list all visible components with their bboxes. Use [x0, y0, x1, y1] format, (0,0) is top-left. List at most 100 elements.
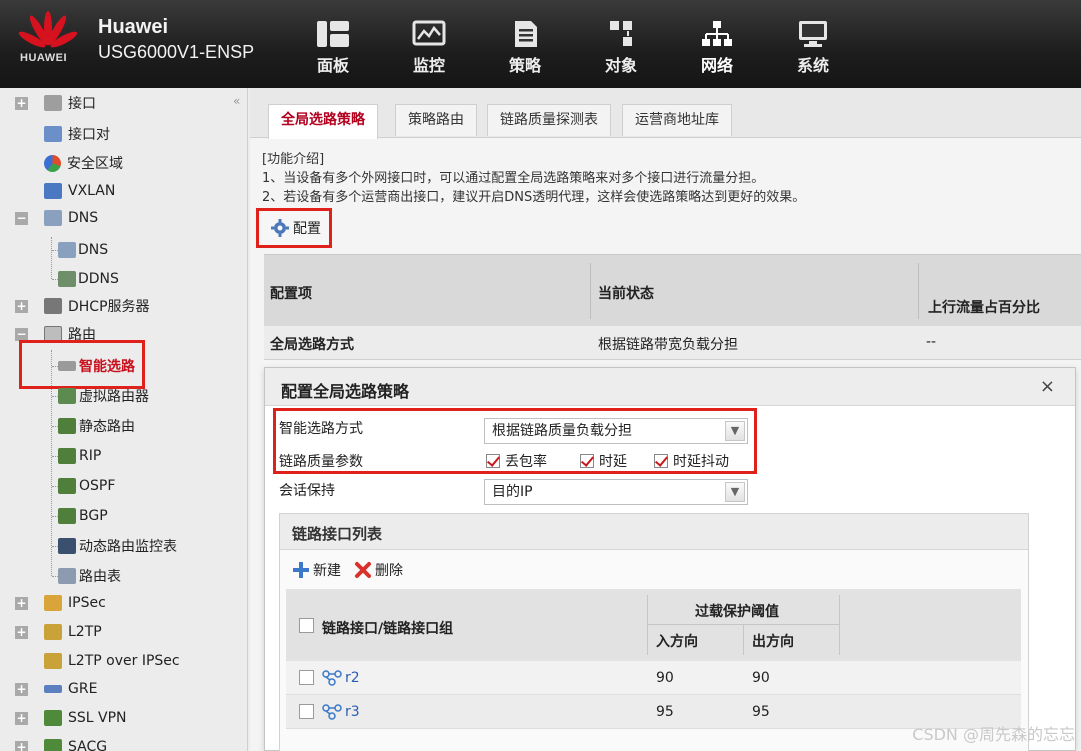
sidebar-item-ospf[interactable]: OSPF	[58, 473, 115, 499]
sidebar-item-interface[interactable]: 接口	[44, 90, 96, 116]
nav-dashboard[interactable]: 面板	[298, 20, 368, 80]
collapse-icon[interactable]: −	[15, 212, 28, 225]
sidebar-item-l2tp[interactable]: L2TP	[44, 619, 102, 645]
expand-icon[interactable]: +	[15, 597, 28, 610]
tab-link-quality-probe[interactable]: 链路质量探测表	[487, 104, 611, 136]
sidebar-item-interface-pair[interactable]: 接口对	[44, 121, 110, 147]
sidebar-item-static-route[interactable]: 静态路由	[58, 413, 135, 439]
dhcp-server-icon	[44, 298, 62, 314]
sidebar-item-dns[interactable]: DNS	[58, 237, 108, 263]
tab-global-route-policy[interactable]: 全局选路策略	[268, 104, 378, 139]
virtual-router-icon	[58, 388, 76, 404]
checkbox-jitter[interactable]: 时延抖动	[654, 451, 729, 471]
new-button[interactable]: 新建	[292, 560, 341, 580]
expand-icon[interactable]: +	[15, 626, 28, 639]
nav-label: 策略	[508, 56, 541, 75]
sidebar-item-gre[interactable]: GRE	[44, 676, 97, 702]
checkbox-packet-loss[interactable]: 丢包率	[486, 451, 547, 471]
table-row[interactable]: r2 90 90	[286, 661, 1021, 695]
sidebar-item-label: 接口	[68, 96, 96, 112]
sidebar-item-rip[interactable]: RIP	[58, 443, 101, 469]
delete-button[interactable]: 删除	[354, 560, 403, 580]
brand-name: Huawei	[98, 16, 169, 38]
sidebar-item-virtual-router[interactable]: 虚拟路由器	[58, 383, 149, 409]
route-table-icon	[58, 568, 76, 584]
intro-title: [功能介绍]	[262, 152, 325, 167]
row-checkbox[interactable]	[299, 670, 314, 685]
link-interface-link[interactable]: r2	[322, 670, 360, 686]
link-interface-table: 链路接口/链路接口组 过载保护阈值 入方向 出方向 r2 90 90 r3 95…	[286, 589, 1021, 751]
table-row[interactable]: r3 95 95	[286, 695, 1021, 729]
sidebar-item-ipsec[interactable]: IPSec	[44, 590, 106, 616]
l2tp-icon	[44, 624, 62, 640]
chevron-down-icon[interactable]: ▼	[725, 421, 745, 441]
grid-header-cell: 当前状态	[598, 286, 654, 302]
table-row[interactable]: 全局选路方式 根据链路带宽负载分担 --	[264, 326, 1081, 360]
dialog-title-bar: 配置全局选路策略 ×	[265, 368, 1075, 406]
sidebar-item-label: DHCP服务器	[68, 299, 150, 315]
checkbox-checked-icon	[486, 454, 500, 468]
nav-monitor[interactable]: 监控	[394, 20, 464, 80]
nav-object[interactable]: 对象	[586, 20, 656, 80]
grid-cell: --	[926, 334, 937, 350]
interface-pair-icon	[44, 126, 62, 142]
ssl-vpn-icon	[44, 710, 62, 726]
ipsec-icon	[44, 595, 62, 611]
checkbox-label: 时延抖动	[673, 454, 729, 470]
grid-header: 配置项 当前状态 上行流量占百分比	[264, 254, 1081, 326]
sidebar-item-l2tp-over-ipsec[interactable]: L2TP over IPSec	[44, 648, 180, 674]
dialog-title: 配置全局选路策略	[281, 382, 410, 401]
close-icon[interactable]: ×	[1040, 376, 1055, 397]
sidebar-item-vxlan[interactable]: VXLAN	[44, 178, 115, 204]
config-grid: 配置项 当前状态 上行流量占百分比 全局选路方式 根据链路带宽负载分担 --	[264, 254, 1081, 360]
sidebar-item-route-table[interactable]: 路由表	[58, 563, 121, 589]
nav-system[interactable]: 系统	[778, 20, 848, 80]
sidebar-item-label: L2TP over IPSec	[68, 653, 180, 669]
feature-intro: [功能介绍] 1、当设备有多个外网接口时，可以通过配置全局选路策略来对多个接口进…	[262, 150, 805, 207]
tab-isp-address-db[interactable]: 运营商地址库	[622, 104, 732, 136]
checkbox-checked-icon	[580, 454, 594, 468]
sidebar-item-ddns[interactable]: DDNS	[58, 266, 119, 292]
config-button-label: 配置	[293, 221, 321, 237]
nav-policy[interactable]: 策略	[490, 20, 560, 80]
sidebar-item-dhcp-server[interactable]: DHCP服务器	[44, 293, 150, 319]
link-interface-link[interactable]: r3	[322, 704, 360, 720]
sidebar-item-label: RIP	[79, 448, 102, 464]
sidebar-item-smart-routing[interactable]: 智能选路	[58, 353, 135, 379]
expand-icon[interactable]: +	[15, 300, 28, 313]
sidebar-item-dns-group[interactable]: DNS	[44, 205, 98, 231]
sidebar-item-label: SSL VPN	[68, 710, 127, 726]
column-header: 链路接口/链路接口组	[322, 621, 454, 637]
expand-icon[interactable]: +	[15, 97, 28, 110]
nav-network[interactable]: 网络	[682, 20, 752, 80]
bgp-icon	[58, 508, 76, 524]
mode-select[interactable]: 根据链路质量负载分担 ▼	[484, 418, 748, 444]
quality-label: 链路质量参数	[279, 454, 363, 470]
sidebar-item-label: 路由表	[79, 569, 121, 585]
chevron-down-icon[interactable]: ▼	[725, 482, 745, 502]
sidebar-item-label: OSPF	[79, 478, 116, 494]
grid-header-cell: 配置项	[270, 286, 312, 302]
config-button[interactable]: 配置	[256, 208, 332, 248]
sidebar-item-bgp[interactable]: BGP	[58, 503, 108, 529]
sidebar-item-label: 智能选路	[79, 359, 135, 375]
sidebar-item-security-zone[interactable]: 安全区域	[44, 150, 123, 176]
session-select[interactable]: 目的IP ▼	[484, 479, 748, 505]
sidebar-item-sacg[interactable]: SACG	[44, 734, 107, 751]
mode-label: 智能选路方式	[279, 421, 363, 437]
expand-icon[interactable]: +	[15, 683, 28, 696]
intro-line: 2、若设备有多个运营商出接口，建议开启DNS透明代理，这样会使选路策略达到更好的…	[262, 190, 806, 205]
expand-icon[interactable]: +	[15, 741, 28, 751]
grid-cell: 全局选路方式	[270, 337, 354, 353]
checkbox-latency[interactable]: 时延	[580, 451, 627, 471]
sidebar-item-ssl-vpn[interactable]: SSL VPN	[44, 705, 127, 731]
grid-header-cell: 上行流量占百分比	[928, 300, 1040, 316]
collapse-sidebar-icon[interactable]: «	[233, 94, 240, 108]
row-checkbox[interactable]	[299, 704, 314, 719]
sidebar-item-label: DNS	[78, 242, 109, 258]
expand-icon[interactable]: +	[15, 712, 28, 725]
tab-policy-route[interactable]: 策略路由	[395, 104, 477, 136]
sidebar-item-dynamic-route-monitor[interactable]: 动态路由监控表	[58, 533, 177, 559]
select-all-checkbox[interactable]	[299, 618, 314, 633]
delete-icon	[355, 562, 371, 578]
